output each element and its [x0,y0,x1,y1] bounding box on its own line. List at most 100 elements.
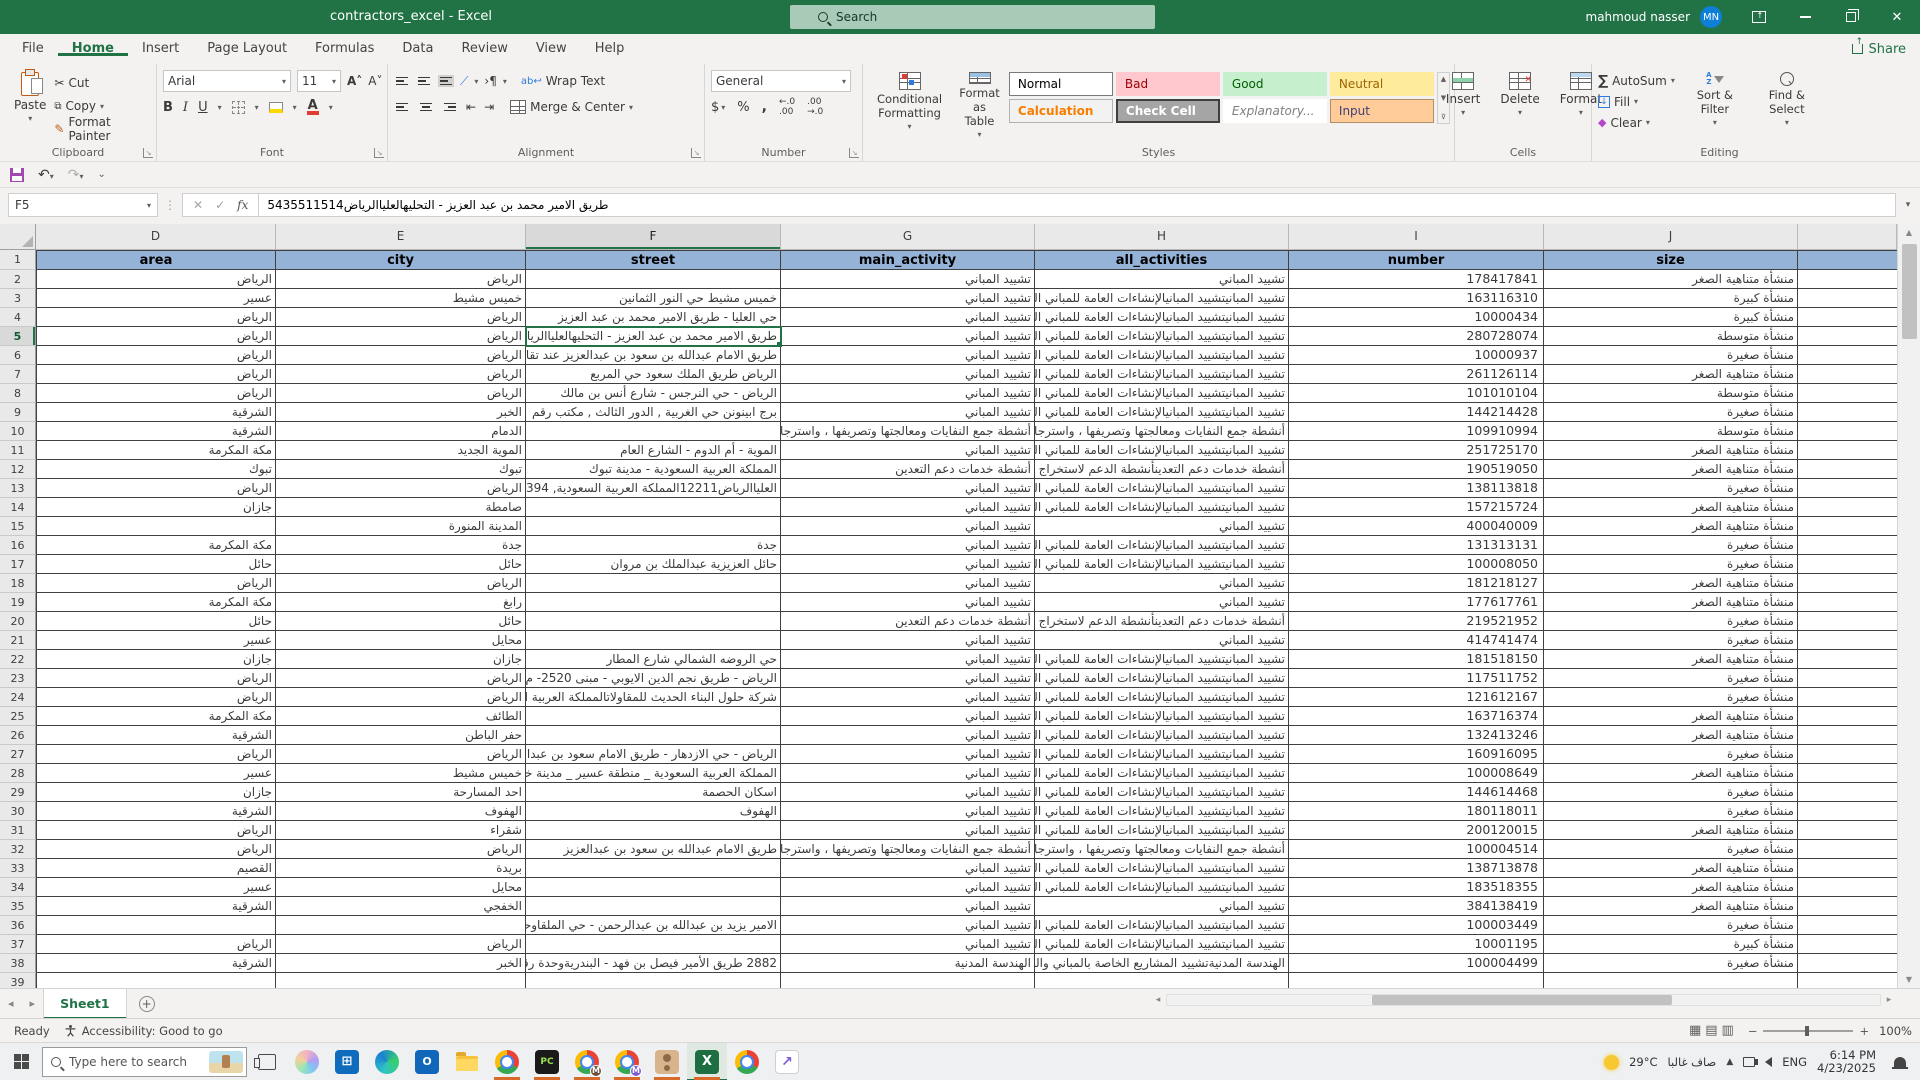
cell-E3[interactable]: خميس مشيط [276,289,526,308]
cell-J2[interactable]: منشأة متناهية الصغر [1544,270,1798,289]
volume-icon[interactable] [1765,1057,1772,1067]
cell-filler[interactable] [1798,498,1897,517]
header-cell-street[interactable]: street [526,250,781,270]
row-header-35[interactable]: 35 [0,897,36,916]
cell-D17[interactable]: حائل [36,555,276,574]
cell-E18[interactable]: الرياض [276,574,526,593]
cell-H36[interactable]: تشييد المبانيتشييد المبانيالإنشاءات العا… [1035,916,1289,935]
decrease-indent-button[interactable]: ⇤ [466,100,476,114]
row-header-8[interactable]: 8 [0,384,36,403]
cell-E4[interactable]: الرياض [276,308,526,327]
cell-I10[interactable]: 109910994 [1289,422,1544,441]
cell-F22[interactable]: حي الروضه الشمالي شارع المطار [526,650,781,669]
cell-D12[interactable]: تبوك [36,460,276,479]
cell-J14[interactable]: منشأة متناهية الصغر [1544,498,1798,517]
taskbar-app-file-explorer[interactable] [447,1043,487,1080]
format-painter-button[interactable]: ✎Format Painter [54,118,152,140]
column-header-partial[interactable] [1798,224,1897,250]
cell-J33[interactable]: منشأة متناهية الصغر [1544,859,1798,878]
cell-F7[interactable]: الرياض طريق الملك سعود حي المربع [526,365,781,384]
cell-G6[interactable]: تشييد المباني [781,346,1035,365]
cell-J5[interactable]: منشأة متوسطة [1544,327,1798,346]
cell-I19[interactable]: 177617761 [1289,593,1544,612]
cell-D32[interactable]: الرياض [36,840,276,859]
cell-H7[interactable]: تشييد المبانيتشييد المبانيالإنشاءات العا… [1035,365,1289,384]
cell-filler[interactable] [1798,441,1897,460]
cell-J21[interactable]: منشأة صغيرة [1544,631,1798,650]
cell-G28[interactable]: تشييد المباني [781,764,1035,783]
customize-qat-button[interactable]: ⌄ [98,169,106,180]
cell-H25[interactable]: تشييد المبانيتشييد المبانيالإنشاءات العا… [1035,707,1289,726]
cell-filler[interactable] [1798,821,1897,840]
cell-I30[interactable]: 180118011 [1289,802,1544,821]
shrink-font-button[interactable]: A˅ [368,74,382,88]
cell-H6[interactable]: تشييد المبانيتشييد المبانيالإنشاءات العا… [1035,346,1289,365]
cell-E8[interactable]: الرياض [276,384,526,403]
cell-G38[interactable]: الهندسة المدنية [781,954,1035,973]
cell-I9[interactable]: 144214428 [1289,403,1544,422]
cell-H19[interactable]: تشييد المباني [1035,593,1289,612]
cell-E38[interactable]: الخبر [276,954,526,973]
cell-filler[interactable] [1798,593,1897,612]
font-size-select[interactable]: 11▾ [297,70,341,92]
expand-formula-bar-button[interactable]: ▾ [1896,200,1920,210]
row-header-6[interactable]: 6 [0,346,36,365]
cell-I7[interactable]: 261126114 [1289,365,1544,384]
taskbar-app-outlook[interactable] [407,1043,447,1080]
cell-E14[interactable]: صامطة [276,498,526,517]
cell-D37[interactable]: الرياض [36,935,276,954]
row-header-14[interactable]: 14 [0,498,36,517]
weather-temp[interactable]: 29°C [1629,1055,1657,1069]
restore-button[interactable] [1828,0,1874,34]
row-header-36[interactable]: 36 [0,916,36,935]
horizontal-scrollbar[interactable]: ◂ ▸ [1150,993,1897,1007]
cell-H5[interactable]: تشييد المبانيتشييد المبانيالإنشاءات العا… [1035,327,1289,346]
taskbar-app-chrome-2[interactable] [727,1043,767,1080]
cell-J20[interactable]: منشأة صغيرة [1544,612,1798,631]
cell-style-neutral[interactable]: Neutral [1330,72,1434,96]
minimize-button[interactable] [1782,0,1828,34]
cell-G15[interactable]: تشييد المباني [781,517,1035,536]
cell-I4[interactable]: 10000434 [1289,308,1544,327]
cell-F32[interactable]: طريق الامام عبدالله بن سعود بن عبدالعزيز [526,840,781,859]
cell-J9[interactable]: منشأة صغيرة [1544,403,1798,422]
cell-E31[interactable]: شقراء [276,821,526,840]
cell-J32[interactable]: منشأة صغيرة [1544,840,1798,859]
cell-G26[interactable]: تشييد المباني [781,726,1035,745]
cell-E29[interactable]: احد المسارحة [276,783,526,802]
cell-H4[interactable]: تشييد المبانيتشييد المبانيالإنشاءات العا… [1035,308,1289,327]
row-header-37[interactable]: 37 [0,935,36,954]
cell-H14[interactable]: تشييد المبانيتشييد المبانيالإنشاءات العا… [1035,498,1289,517]
cell-E33[interactable]: بريدة [276,859,526,878]
cell-filler[interactable] [1798,517,1897,536]
cell-filler[interactable] [1798,707,1897,726]
cell-filler[interactable] [1798,878,1897,897]
view-shortcuts[interactable]: ▦▤▥ [1689,1023,1738,1038]
row-header-31[interactable]: 31 [0,821,36,840]
cell-F27[interactable]: الرياض - حي الازدهار - طريق الامام سعود … [526,745,781,764]
cell-J22[interactable]: منشأة متناهية الصغر [1544,650,1798,669]
cell-G33[interactable]: تشييد المباني [781,859,1035,878]
save-button[interactable] [10,168,24,182]
paste-button[interactable]: Paste▾ [6,68,54,140]
cell-G2[interactable]: تشييد المباني [781,270,1035,289]
cell-G10[interactable]: أنشطة جمع النفايات ومعالجتها وتصريفها ، … [781,422,1035,441]
row-header-1[interactable]: 1 [0,250,36,270]
cell-E22[interactable]: جازان [276,650,526,669]
cell-J36[interactable]: منشأة صغيرة [1544,916,1798,935]
cell-D34[interactable]: عسير [36,878,276,897]
cell-J23[interactable]: منشأة صغيرة [1544,669,1798,688]
taskbar-app-excel[interactable] [687,1043,727,1080]
cell-filler[interactable] [1798,612,1897,631]
cell-E25[interactable]: الطائف [276,707,526,726]
cell-empty[interactable] [526,973,781,988]
autosum-button[interactable]: ∑AutoSum▾ [1598,71,1675,90]
cell-H34[interactable]: تشييد المبانيتشييد المبانيالإنشاءات العا… [1035,878,1289,897]
cell-H38[interactable]: الهندسة المدنيةتشييد المشاريع الخاصة بال… [1035,954,1289,973]
cell-H27[interactable]: تشييد المبانيتشييد المبانيالإنشاءات العا… [1035,745,1289,764]
fill-color-button[interactable] [269,102,283,113]
cell-G21[interactable]: تشييد المباني [781,631,1035,650]
search-box[interactable]: Search [790,5,1155,29]
row-header-32[interactable]: 32 [0,840,36,859]
cell-F3[interactable]: خميس مشيط حي النور الثمانين [526,289,781,308]
